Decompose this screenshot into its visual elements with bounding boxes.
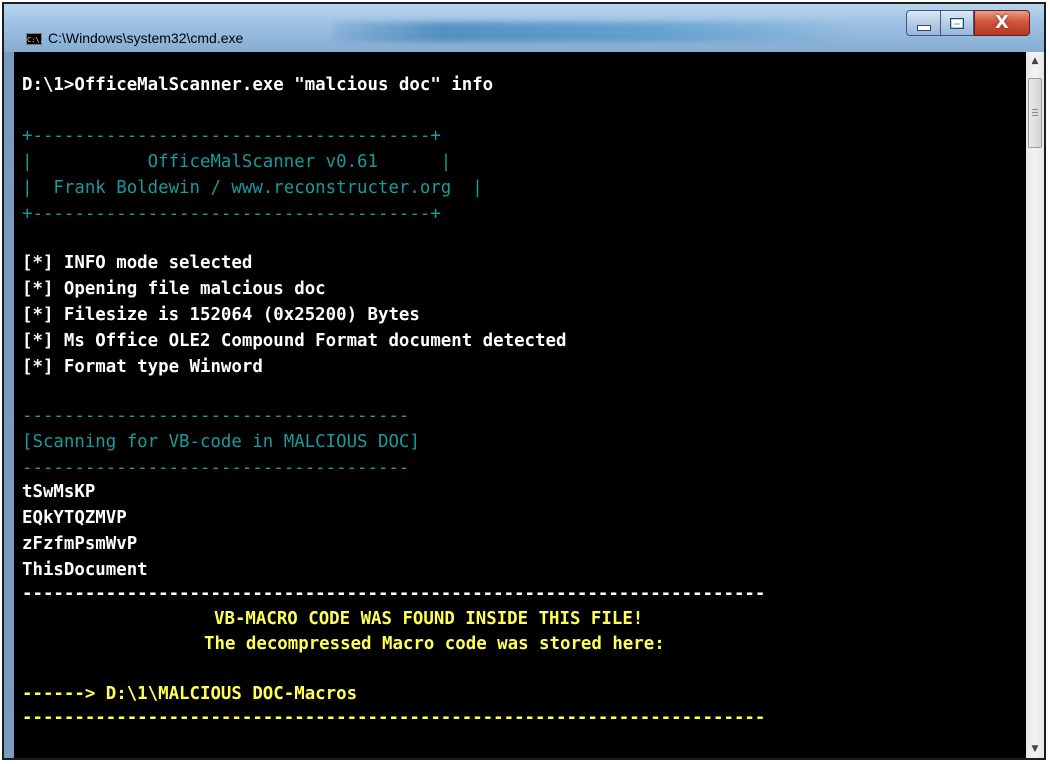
blurred-background	[334, 22, 864, 42]
module-name: EQkYTQZMVP	[22, 508, 127, 528]
window-title: C:\Windows\system32\cmd.exe	[48, 30, 244, 46]
window-controls: X	[906, 10, 1030, 36]
info-line: [*] Opening file malcious doc	[22, 279, 326, 299]
macro-found-message: VB-MACRO CODE WAS FOUND INSIDE THIS FILE…	[214, 609, 644, 629]
info-line: [*] Filesize is 152064 (0x25200) Bytes	[22, 305, 420, 325]
grip-icon	[1032, 109, 1038, 117]
scrollbar-thumb[interactable]	[1028, 78, 1042, 148]
banner-author: | Frank Boldewin / www.reconstructer.org…	[22, 178, 483, 198]
module-name: tSwMsKP	[22, 482, 96, 502]
maximize-button[interactable]	[940, 10, 974, 36]
cmd-icon[interactable]: C:\.	[26, 33, 44, 45]
minimize-button[interactable]	[906, 10, 940, 36]
module-name: zFzfmPsmWvP	[22, 534, 138, 554]
minimize-icon	[916, 25, 931, 31]
banner-border-top: +--------------------------------------+	[22, 126, 441, 146]
banner-title: | OfficeMalScanner v0.61 |	[22, 152, 452, 172]
close-button[interactable]: X	[974, 10, 1030, 36]
command-line: D:\1>OfficeMalScanner.exe "malcious doc"…	[22, 75, 494, 95]
vertical-scrollbar[interactable]: ▲ ▼	[1026, 52, 1044, 758]
banner-border-bottom: +--------------------------------------+	[22, 204, 441, 224]
info-line: [*] Format type Winword	[22, 357, 263, 377]
info-line: [*] INFO mode selected	[22, 253, 253, 273]
maximize-icon	[950, 17, 964, 29]
macro-output-path: ------> D:\1\MALCIOUS DOC-Macros	[22, 684, 358, 704]
scroll-down-arrow-icon[interactable]: ▼	[1026, 740, 1044, 758]
macro-stored-message: The decompressed Macro code was stored h…	[204, 634, 665, 654]
module-name: ThisDocument	[22, 560, 148, 580]
result-separator-bottom: ----------------------------------------…	[22, 708, 766, 728]
scan-separator-top: -------------------------------------	[22, 406, 410, 426]
scan-separator-bottom: -------------------------------------	[22, 458, 410, 478]
result-separator-top: ----------------------------------------…	[22, 584, 766, 604]
close-icon: X	[995, 12, 1009, 33]
scroll-up-arrow-icon[interactable]: ▲	[1026, 52, 1044, 70]
title-bar[interactable]: C:\. C:\Windows\system32\cmd.exe X	[4, 4, 1044, 52]
cmd-window: C:\. C:\Windows\system32\cmd.exe X D:\1>…	[2, 2, 1046, 760]
info-line: [*] Ms Office OLE2 Compound Format docum…	[22, 331, 567, 351]
scan-header: [Scanning for VB-code in MALCIOUS DOC]	[22, 432, 420, 452]
console-output[interactable]: D:\1>OfficeMalScanner.exe "malcious doc"…	[14, 52, 1026, 758]
